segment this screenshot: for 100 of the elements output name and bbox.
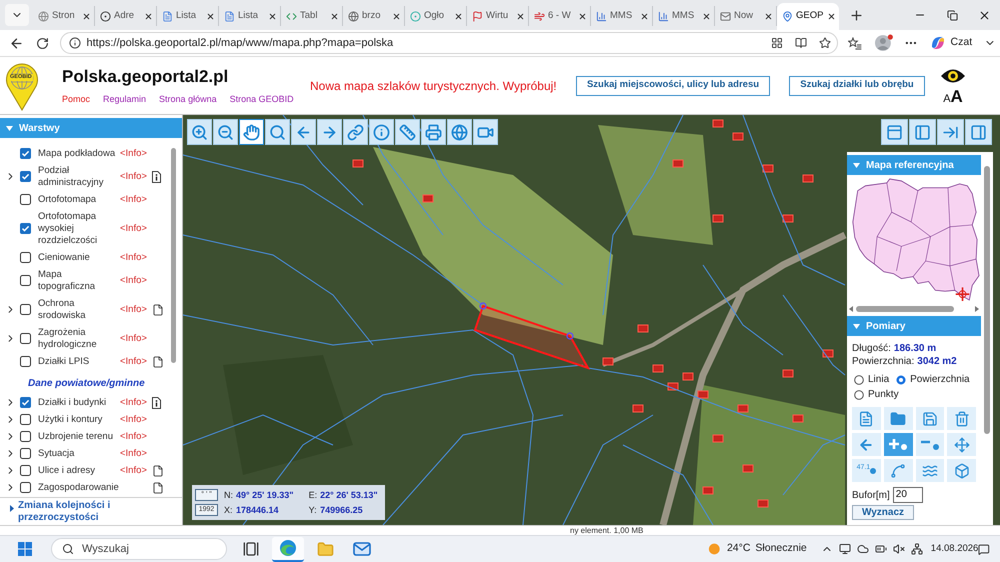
checkbox[interactable]: [20, 482, 31, 493]
info-document-icon[interactable]: [152, 396, 161, 408]
browser-tab[interactable]: Lista: [157, 6, 219, 26]
checkbox[interactable]: [20, 223, 31, 234]
close-icon[interactable]: [82, 12, 91, 20]
site-info-icon[interactable]: [68, 37, 80, 49]
info-link[interactable]: <Info>: [120, 396, 150, 408]
reader-icon[interactable]: [795, 37, 807, 49]
star-icon[interactable]: [819, 37, 831, 49]
checkbox[interactable]: [20, 304, 31, 315]
avatar-icon[interactable]: [874, 34, 894, 52]
header-link[interactable]: Strona GEOBID: [230, 94, 294, 104]
close-icon[interactable]: [330, 12, 339, 20]
reorder-link[interactable]: Zmiana kolejności i przezroczystości: [18, 500, 128, 524]
map-tool-button[interactable]: [343, 119, 368, 145]
map-tool-button[interactable]: [317, 119, 342, 145]
view-button[interactable]: [937, 119, 964, 145]
close-icon[interactable]: [578, 12, 587, 20]
buffer-input[interactable]: 20: [892, 487, 923, 503]
info-link[interactable]: <Info>: [120, 274, 150, 286]
message-icon[interactable]: [978, 542, 990, 556]
header-link[interactable]: Pomoc: [62, 94, 90, 104]
info-link[interactable]: <Info>: [120, 252, 150, 264]
eye-icon[interactable]: [940, 66, 966, 84]
info-link[interactable]: <Info>: [120, 332, 150, 344]
info-link[interactable]: <Info>: [120, 414, 150, 426]
measure-tool-button[interactable]: [852, 407, 881, 430]
browser-tab[interactable]: Wirtu: [467, 6, 529, 26]
muted-speaker-icon[interactable]: [892, 543, 905, 555]
page-icon[interactable]: [152, 356, 164, 368]
close-icon[interactable]: [827, 12, 836, 21]
browser-tab[interactable]: Tabl: [281, 6, 343, 26]
caret-right-icon[interactable]: [10, 505, 14, 512]
browser-tab[interactable]: Ogło: [405, 6, 467, 26]
browser-tab[interactable]: 6 - W: [529, 6, 591, 26]
radio-button[interactable]: [896, 375, 906, 385]
measure-tool-button[interactable]: [916, 407, 944, 430]
cloud-icon[interactable]: [856, 543, 869, 555]
favorites-icon[interactable]: [848, 36, 862, 50]
measure-tool-button[interactable]: [916, 459, 944, 482]
checkbox[interactable]: [20, 171, 31, 182]
measure-tool-button[interactable]: [884, 407, 912, 430]
close-icon[interactable]: [392, 12, 401, 20]
info-link[interactable]: <Info>: [120, 148, 150, 160]
map-tool-button[interactable]: [395, 119, 420, 145]
info-link[interactable]: <Info>: [120, 356, 150, 368]
map-tool-button[interactable]: [213, 119, 238, 145]
announcement-link[interactable]: Nowa mapa szlaków turystycznych. Wypróbuj!: [310, 76, 568, 94]
close-icon[interactable]: [640, 12, 649, 20]
poland-map-drawing[interactable]: [852, 178, 980, 301]
text-size-option[interactable]: A: [950, 88, 963, 104]
taskbar-date[interactable]: 14.08.2026: [930, 542, 978, 556]
map-tool-button[interactable]: [447, 119, 472, 145]
header-link[interactable]: Regulamin: [103, 94, 146, 104]
address-field[interactable]: https://polska.geoportal2.pl/map/www/mapa.php?mapa=polska: [60, 32, 838, 54]
browser-tab[interactable]: brzo: [343, 6, 405, 26]
page-icon[interactable]: [152, 482, 164, 494]
compute-button[interactable]: Wyznacz: [852, 505, 914, 520]
close-icon[interactable]: [702, 12, 711, 20]
info-document-icon[interactable]: [152, 170, 161, 182]
map-tool-button[interactable]: [369, 119, 394, 145]
scroll-left-icon[interactable]: [849, 306, 853, 312]
measure-tool-button[interactable]: [852, 433, 881, 456]
info-link[interactable]: <Info>: [120, 222, 150, 234]
info-link[interactable]: <Info>: [120, 194, 150, 206]
page-icon[interactable]: [152, 304, 164, 316]
taskbar-search-field[interactable]: Wyszukaj: [50, 538, 228, 560]
checkbox[interactable]: [20, 431, 31, 442]
measure-tool-button[interactable]: [916, 433, 944, 456]
checkbox[interactable]: [20, 148, 31, 159]
measure-tool-button[interactable]: [947, 433, 976, 456]
close-icon[interactable]: [268, 12, 277, 20]
radio-button[interactable]: [854, 375, 864, 385]
checkbox[interactable]: [20, 194, 31, 205]
browser-tab[interactable]: Lista: [219, 6, 281, 26]
radio-button[interactable]: [854, 390, 864, 400]
checkbox[interactable]: [20, 275, 31, 286]
browser-tab[interactable]: Stron: [33, 6, 95, 26]
battery-icon[interactable]: [874, 543, 887, 555]
close-icon[interactable]: [516, 12, 525, 20]
monitor-icon[interactable]: [838, 543, 851, 555]
search-button[interactable]: Szukaj działki lub obrębu: [789, 76, 925, 96]
map-tool-button[interactable]: [239, 119, 264, 145]
map-tool-button[interactable]: [291, 119, 316, 145]
checkbox[interactable]: [20, 465, 31, 476]
page-icon[interactable]: [152, 464, 164, 476]
browser-tab[interactable]: Adre: [95, 6, 157, 26]
browser-tab[interactable]: MMS: [653, 6, 715, 26]
map-tool-button[interactable]: [187, 119, 212, 145]
browser-tab[interactable]: GEOP: [777, 3, 839, 30]
checkbox[interactable]: [20, 252, 31, 263]
checkbox[interactable]: [20, 333, 31, 344]
measure-tool-button[interactable]: [947, 459, 976, 482]
chat-button[interactable]: Czat: [930, 33, 972, 53]
scrollbar-thumb[interactable]: [984, 166, 990, 434]
checkbox[interactable]: [20, 397, 31, 408]
apps-icon[interactable]: [771, 37, 783, 49]
view-button[interactable]: [909, 119, 936, 145]
info-link[interactable]: <Info>: [120, 170, 150, 182]
checkbox[interactable]: [20, 414, 31, 425]
